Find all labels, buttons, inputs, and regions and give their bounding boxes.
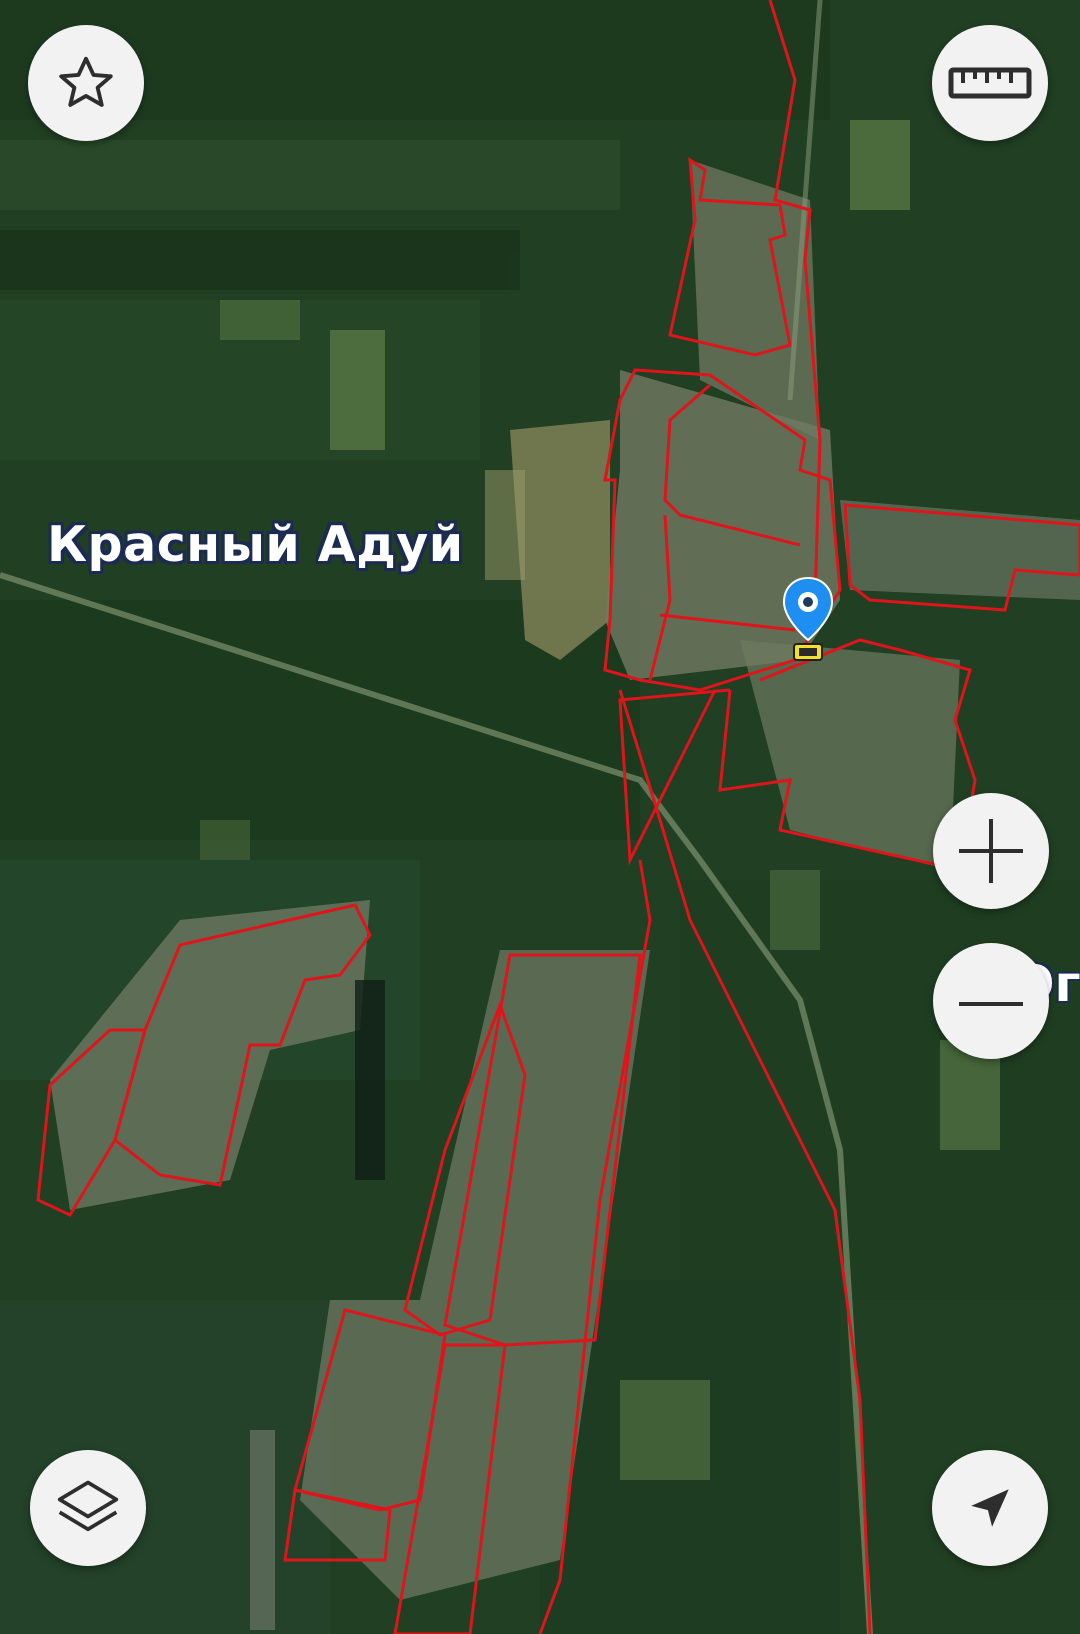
my-location-button[interactable] (932, 1450, 1048, 1566)
zoom-in-button[interactable] (933, 793, 1049, 909)
favorites-button[interactable] (28, 25, 144, 141)
zoom-out-button[interactable] (933, 943, 1049, 1059)
ruler-icon (948, 67, 1032, 99)
ruler-button[interactable] (932, 25, 1048, 141)
navigation-arrow-icon (971, 1489, 1009, 1527)
minus-icon (959, 1002, 1023, 1006)
dark-strip (355, 980, 385, 1180)
satellite-map[interactable] (0, 0, 1080, 1634)
layers-icon (57, 1480, 119, 1532)
layers-button[interactable] (30, 1450, 146, 1566)
location-pin-icon[interactable] (781, 576, 835, 666)
star-icon (59, 56, 113, 107)
plus-icon (959, 819, 1023, 883)
light-strip (250, 1430, 275, 1630)
place-label-krasny-aduy: Красный Адуй (47, 516, 464, 573)
